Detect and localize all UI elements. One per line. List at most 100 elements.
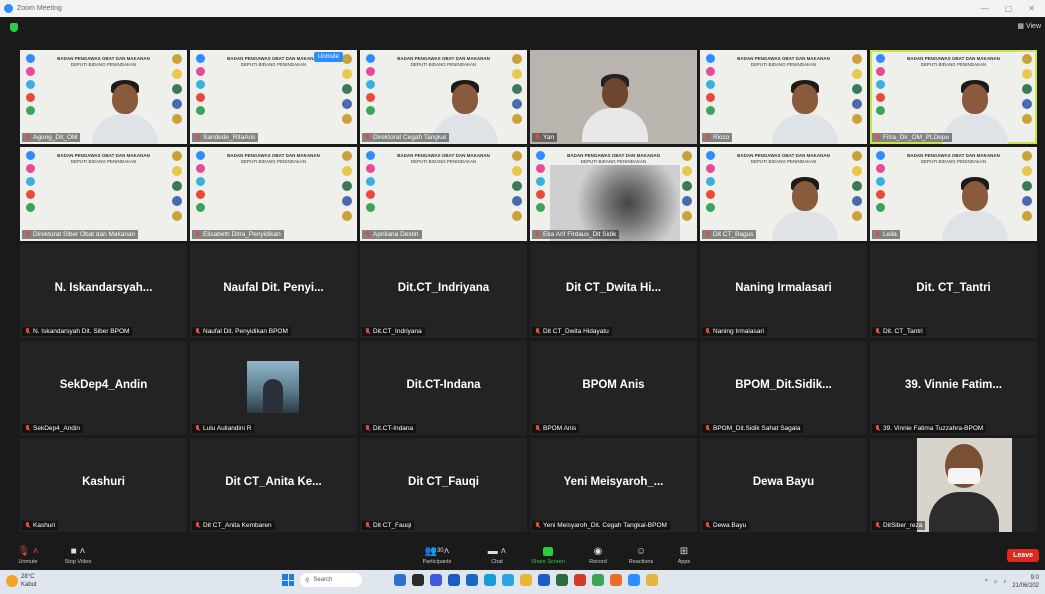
record-label: Record	[589, 559, 607, 565]
record-button[interactable]: ◉ Record	[578, 544, 618, 566]
video-tile[interactable]: BADAN PENGAWAS OBAT DAN MAKANAN DEPUTI BI…	[190, 50, 357, 144]
participant-name: 39. Vinnie Fatim...	[905, 379, 1002, 391]
participant-label: Dit.CT-Indana	[362, 424, 417, 433]
security-shield-icon[interactable]	[10, 23, 18, 32]
video-tile[interactable]: BADAN PENGAWAS OBAT DAN MAKANAN DEPUTI BI…	[700, 147, 867, 241]
participant-label: Lulu Auliandini R	[192, 424, 255, 433]
participant-tile[interactable]: 39. Vinnie Fatim... 39. Vinnie Fatima Tuz…	[870, 341, 1037, 435]
volume-icon[interactable]: ♪	[1003, 579, 1006, 585]
participant-tile[interactable]: Dit. CT_Tantri Dit. CT_Tantri	[870, 244, 1037, 338]
app-icon[interactable]	[574, 574, 586, 586]
share-screen-button[interactable]: Share Screen	[528, 544, 568, 565]
participant-tile[interactable]: Yeni Meisyaroh_... Yeni Meisyaroh_Dit. Ce…	[530, 438, 697, 532]
participant-tile[interactable]: Dit.CT_Indriyana Dit.CT_Indriyana	[360, 244, 527, 338]
participant-tile[interactable]: Naning Irmalasari Naning Irmalasari	[700, 244, 867, 338]
participant-label: Direktorat Cegah Tangkal	[362, 133, 450, 142]
participant-label: BPOM_Dit.Sidik Sahat Sagala	[702, 424, 804, 433]
participant-label: Elisabeth Ditra_Penyidikan	[192, 230, 284, 239]
participant-label: Apriliana Destin	[362, 230, 422, 239]
muted-mic-icon	[195, 134, 200, 141]
participant-name: Dit.CT_Indriyana	[397, 282, 490, 294]
participant-name: Dit. CT_Tantri	[916, 282, 991, 294]
participant-video	[580, 74, 660, 144]
participant-label: Dit. CT_Tantri	[872, 327, 926, 336]
app-icon[interactable]	[502, 574, 514, 586]
app-icon[interactable]	[628, 574, 640, 586]
unmute-pill-button[interactable]: Unmute	[314, 52, 344, 62]
video-tile[interactable]: Yan	[530, 50, 697, 144]
participant-tile[interactable]: BPOM_Dit.Sidik... BPOM_Dit.Sidik Sahat Sa…	[700, 341, 867, 435]
participant-tile[interactable]: Naufal Dit. Penyi... Naufal Dit. Penyidik…	[190, 244, 357, 338]
video-tile[interactable]: BADAN PENGAWAS OBAT DAN MAKANAN DEPUTI BI…	[190, 147, 357, 241]
close-icon[interactable]: ✕	[1028, 4, 1035, 13]
chat-button[interactable]: ▬ ˄ Chat	[477, 544, 517, 566]
app-icon[interactable]	[610, 574, 622, 586]
app-icon[interactable]	[556, 574, 568, 586]
muted-mic-icon	[875, 425, 880, 432]
network-icon[interactable]: ⌂	[994, 579, 998, 585]
window-titlebar: Zoom Meeting — ▢ ✕	[0, 0, 1045, 17]
participant-name: BPOM Anis	[582, 379, 645, 391]
unmute-button[interactable]: 🎙 ˄ Unmute	[8, 544, 48, 566]
participant-tile[interactable]: BPOM Anis BPOM Anis	[530, 341, 697, 435]
participant-tile[interactable]: SekDep4_Andin SekDep4_Andin	[20, 341, 187, 435]
muted-mic-icon	[25, 134, 30, 141]
video-tile[interactable]: BADAN PENGAWAS OBAT DAN MAKANAN DEPUTI BI…	[20, 147, 187, 241]
app-icon[interactable]	[538, 574, 550, 586]
app-icon[interactable]	[646, 574, 658, 586]
app-icon[interactable]	[592, 574, 604, 586]
app-icon[interactable]	[448, 574, 460, 586]
participant-label: Fitra_Dir_OM_Pt.Depe	[872, 133, 953, 142]
participant-label: 39. Vinnie Fatima Tuzzahra-BPOM	[872, 424, 987, 433]
chevron-up-icon[interactable]: ^	[985, 579, 988, 585]
stop-video-button[interactable]: ■ ˄ Stop Video	[58, 544, 98, 566]
participant-tile[interactable]: Lulu Auliandini R	[190, 341, 357, 435]
windows-start-icon[interactable]	[282, 574, 294, 586]
participant-label: Eka Arif Firdaus_Dit Sidik	[532, 230, 620, 239]
app-icon[interactable]	[466, 574, 478, 586]
app-icon[interactable]	[412, 574, 424, 586]
participant-tile[interactable]: Dit CT_Anita Ke... Dit CT_Anita Kembaren	[190, 438, 357, 532]
participant-tile[interactable]: Dewa Bayu Dewa Bayu	[700, 438, 867, 532]
muted-mic-icon	[25, 425, 30, 432]
apps-icon: ⊞	[679, 545, 689, 557]
app-icon[interactable]	[484, 574, 496, 586]
video-tile[interactable]: BADAN PENGAWAS OBAT DAN MAKANAN DEPUTI BI…	[530, 147, 697, 241]
video-tile[interactable]: BADAN PENGAWAS OBAT DAN MAKANAN DEPUTI BI…	[700, 50, 867, 144]
weather-widget[interactable]: 28°C Kabut	[6, 573, 37, 589]
search-label: Search	[313, 577, 333, 583]
participant-tile[interactable]: N. Iskandarsyah... N. Iskandarsyah Dit. S…	[20, 244, 187, 338]
muted-mic-icon	[875, 328, 880, 335]
app-icon[interactable]	[394, 574, 406, 586]
video-tile[interactable]: BADAN PENGAWAS OBAT DAN MAKANAN DEPUTI BI…	[870, 50, 1037, 144]
participants-button[interactable]: 👥 30 ˄ Participants	[417, 544, 457, 566]
app-icon[interactable]	[430, 574, 442, 586]
apps-button[interactable]: ⊞ Apps	[664, 544, 704, 566]
participant-tile[interactable]: Dit.CT-Indana Dit.CT-Indana	[360, 341, 527, 435]
chat-label: Chat	[491, 559, 503, 565]
video-tile[interactable]: BADAN PENGAWAS OBAT DAN MAKANAN DEPUTI BI…	[20, 50, 187, 144]
muted-mic-icon	[195, 231, 200, 238]
participant-tile[interactable]: Kashuri Kashuri	[20, 438, 187, 532]
slide-left-icons	[703, 151, 717, 237]
slide-header: BADAN PENGAWAS OBAT DAN MAKANAN DEPUTI BI…	[907, 56, 1000, 67]
minimize-icon[interactable]: —	[981, 4, 989, 13]
muted-mic-icon	[535, 328, 540, 335]
video-tile[interactable]: BADAN PENGAWAS OBAT DAN MAKANAN DEPUTI BI…	[870, 147, 1037, 241]
muted-mic-icon	[705, 328, 710, 335]
video-tile[interactable]: BADAN PENGAWAS OBAT DAN MAKANAN DEPUTI BI…	[360, 147, 527, 241]
maximize-icon[interactable]: ▢	[1005, 4, 1013, 13]
microphone-muted-icon: 🎙 ˄	[17, 545, 39, 557]
reactions-button[interactable]: ☺ Reactions	[621, 544, 661, 566]
participant-tile[interactable]: Dit CT_Fauqi Dit CT_Fauqi	[360, 438, 527, 532]
participant-tile[interactable]: Dit CT_Dwita Hi... Dit CT_Dwita Hidayatu	[530, 244, 697, 338]
view-button[interactable]: ▦ View	[1017, 22, 1041, 30]
participant-label: Dit CT_Fauqi	[362, 521, 415, 530]
leave-button[interactable]: Leave	[1007, 549, 1039, 562]
participant-tile[interactable]: DitSiber_reza	[870, 438, 1037, 532]
video-tile[interactable]: BADAN PENGAWAS OBAT DAN MAKANAN DEPUTI BI…	[360, 50, 527, 144]
muted-mic-icon	[535, 522, 540, 529]
taskbar-search[interactable]: ⚲ Search	[300, 573, 362, 587]
muted-mic-icon	[25, 522, 30, 529]
app-icon[interactable]	[520, 574, 532, 586]
